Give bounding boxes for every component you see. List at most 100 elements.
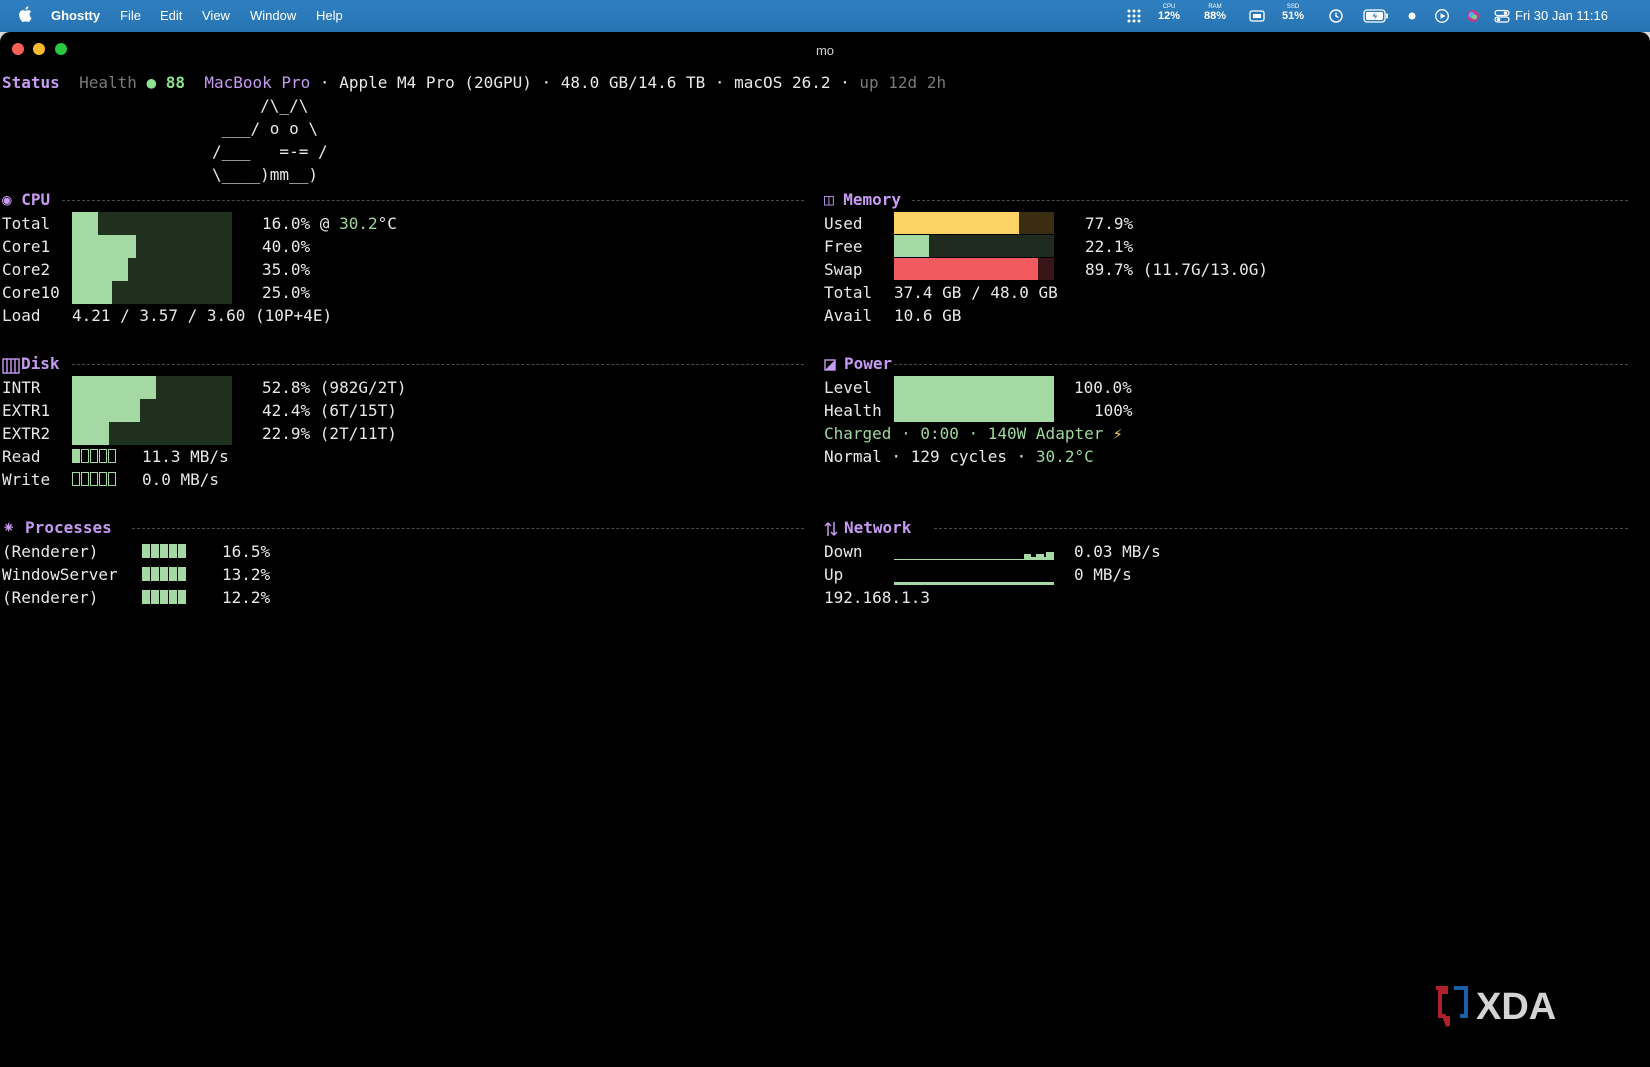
record-dot-icon[interactable]	[1406, 6, 1418, 26]
processes-header: ⁕ Processes	[2, 517, 112, 539]
cpu-section-title: ◉ CPU	[2, 190, 51, 209]
section-divider	[132, 528, 804, 529]
process-cpu-meter	[142, 590, 187, 606]
cpu-row-label: Core10	[2, 283, 60, 302]
display-icon[interactable]	[1249, 6, 1265, 26]
disk-section-title: Disk	[21, 354, 60, 373]
uptime: up 12d 2h	[859, 73, 947, 92]
disk-row-label: EXTR2	[2, 424, 51, 443]
battery-icon[interactable]	[1363, 6, 1389, 26]
power-level-value: 100.0%	[1074, 378, 1132, 397]
window-titlebar: mo	[0, 32, 1650, 66]
memory-used-value: 77.9%	[1085, 214, 1134, 233]
bolt-icon: ⚡	[1113, 424, 1123, 443]
memory-row-label: Free	[824, 237, 863, 256]
disk-extr2-bar	[72, 422, 109, 445]
memory-swap-value: 89.7% (11.7G/13.0G)	[1085, 260, 1269, 279]
power-section-title: Power	[844, 354, 893, 373]
section-divider	[72, 364, 804, 365]
machine-model: MacBook Pro	[204, 73, 311, 92]
power-cycle-line: Normal · 129 cycles · 30.2°C	[824, 446, 1094, 468]
cpu-total-bar	[72, 212, 98, 235]
ascii-art-line: /___ =-= /	[212, 142, 328, 161]
memory-free-bar	[894, 235, 1054, 257]
chip-info: Apple M4 Pro (20GPU)	[339, 73, 532, 92]
menubar-clock[interactable]: Fri 30 Jan 11:16	[1515, 8, 1608, 23]
memory-row-label: Swap	[824, 260, 863, 279]
charge-line: Charged · 0:00 · 140W Adapter	[824, 424, 1104, 443]
menu-edit[interactable]: Edit	[160, 8, 182, 23]
cpu-core2-bar	[72, 258, 128, 281]
ascii-art-line: ___/ o o \	[212, 119, 318, 138]
memory-total-label: Total	[824, 283, 873, 302]
power-level-label: Level	[824, 378, 873, 397]
disk-row-value: 22.9% (2T/11T)	[262, 424, 397, 443]
ram-stat-widget[interactable]: RAM 88%	[1200, 4, 1230, 22]
section-divider	[894, 364, 1628, 365]
battery-level-bar	[894, 376, 1054, 422]
menu-window[interactable]: Window	[250, 8, 296, 23]
memory-section-title: ◫ Memory	[824, 190, 902, 209]
process-name: (Renderer)	[2, 542, 99, 561]
os-version: macOS 26.2	[734, 73, 831, 92]
disk-read-label: Read	[2, 447, 41, 466]
disk-intr-bar	[72, 376, 157, 399]
memory-swap-bar	[894, 258, 1054, 280]
cpu-row-label: Core2	[2, 260, 51, 279]
memory-avail-value: 10.6 GB	[894, 306, 962, 325]
status-label: Status	[2, 73, 60, 92]
cpu-core1-bar	[72, 235, 136, 258]
network-down-value: 0.03 MB/s	[1074, 542, 1161, 561]
power-bar-chart	[894, 376, 1054, 422]
cpu-stat-value: 12%	[1157, 10, 1181, 22]
cpu-row-label: Total	[2, 214, 51, 233]
cpu-stat-widget[interactable]: CPU 12%	[1154, 4, 1184, 22]
app-menu-ghostty[interactable]: Ghostty	[51, 8, 100, 23]
process-cpu-value: 13.2%	[222, 565, 271, 584]
menu-help[interactable]: Help	[316, 8, 343, 23]
xda-logo-icon: XDA	[1436, 986, 1556, 1028]
network-down-sparkline	[894, 552, 1054, 560]
memory-free-value: 22.1%	[1085, 237, 1134, 256]
cpu-load-label: Load	[2, 306, 41, 325]
network-section-title: Network	[844, 518, 912, 537]
apple-menu-icon[interactable]	[18, 6, 32, 22]
cpu-core10-bar	[72, 281, 112, 304]
disk-row-label: EXTR1	[2, 401, 51, 420]
ssd-stat-value: 51%	[1281, 10, 1305, 22]
cpu-load-value: 4.21 / 3.57 / 3.60 (10P+4E)	[72, 306, 333, 325]
up-down-arrows-icon	[824, 521, 838, 537]
memory-avail-label: Avail	[824, 306, 873, 325]
process-cpu-value: 16.5%	[222, 542, 271, 561]
process-cpu-meter	[142, 567, 187, 583]
disk-read-value: 11.3 MB/s	[142, 447, 229, 466]
memory-used-fill	[894, 212, 1019, 234]
xda-text: XDA	[1476, 986, 1556, 1028]
cpu-temp-unit: °C	[377, 214, 397, 233]
disk-extr1-bar	[72, 399, 140, 422]
disk-row-label: INTR	[2, 378, 41, 397]
network-ip-address: 192.168.1.3	[824, 588, 930, 607]
network-up-sparkline	[894, 582, 1054, 585]
menu-view[interactable]: View	[202, 8, 230, 23]
status-line: Status Health ● 88 MacBook Pro · Apple M…	[2, 72, 946, 94]
time-machine-icon[interactable]	[1328, 6, 1344, 26]
cpu-temp: 30.2	[339, 214, 378, 233]
memory-used-bar	[894, 212, 1054, 234]
siri-icon[interactable]	[1465, 6, 1481, 26]
control-center-icon[interactable]	[1494, 6, 1510, 26]
ssd-stat-widget[interactable]: SSD 51%	[1278, 4, 1308, 22]
cpu-total-value: 16.0% @ 30.2°C	[262, 213, 397, 235]
cpu-core-value: 40.0%	[262, 237, 311, 256]
disk-write-meter	[72, 472, 117, 488]
storage-info: 48.0 GB/14.6 TB	[560, 73, 706, 92]
grid-dots-icon[interactable]	[1126, 6, 1142, 26]
disk-icon	[2, 358, 20, 374]
play-circle-icon[interactable]	[1434, 6, 1450, 26]
disk-write-label: Write	[2, 470, 51, 489]
process-cpu-value: 12.2%	[222, 588, 271, 607]
menu-file[interactable]: File	[120, 8, 141, 23]
memory-total-value: 37.4 GB / 48.0 GB	[894, 283, 1058, 302]
battery-temp: 30.2°C	[1035, 447, 1094, 466]
process-cpu-meter	[142, 544, 187, 560]
